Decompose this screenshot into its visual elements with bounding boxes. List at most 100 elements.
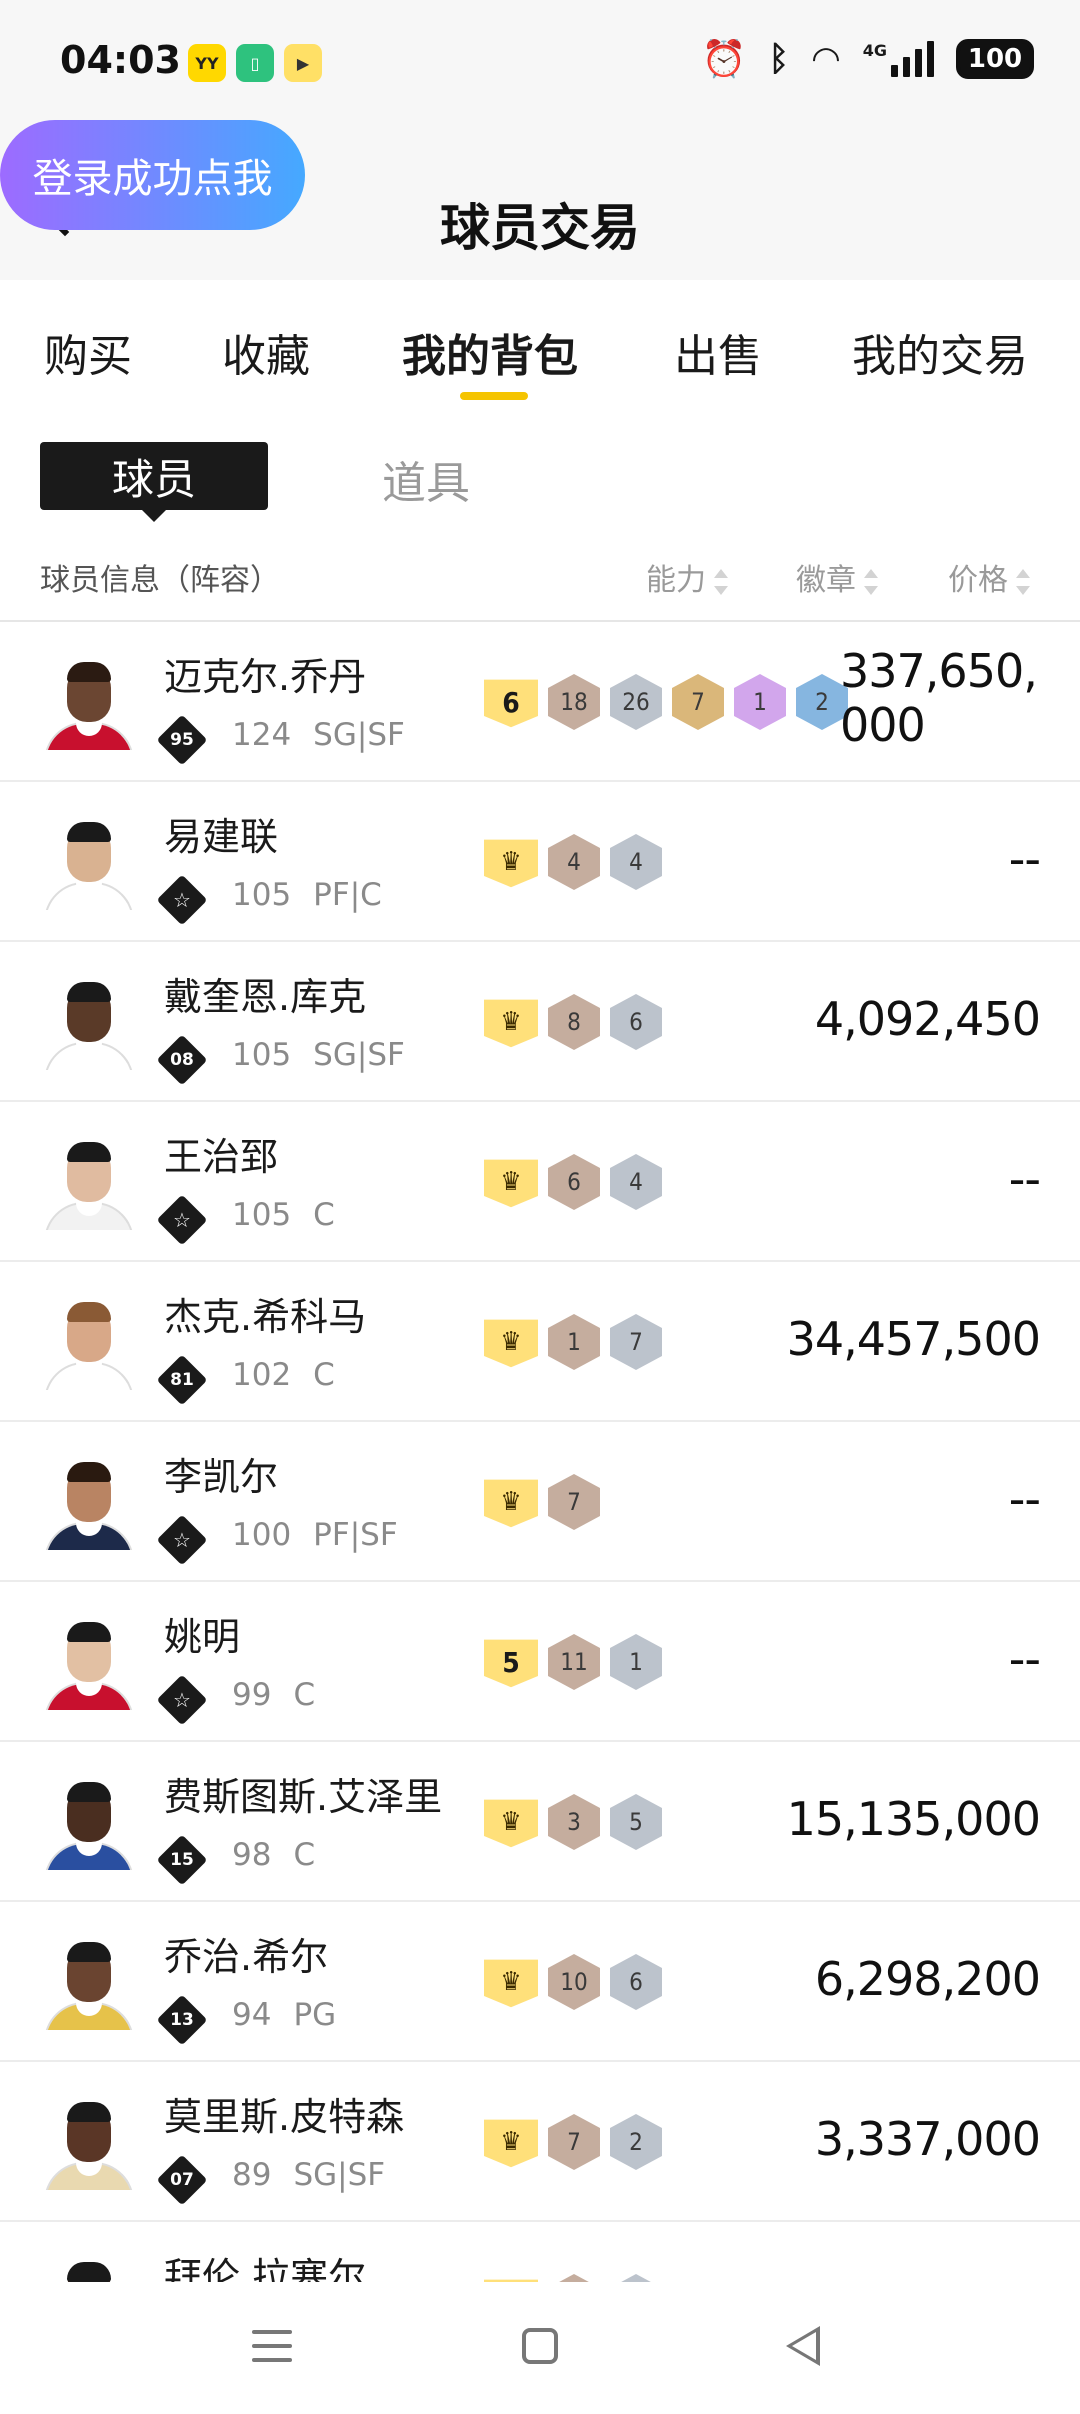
player-position: PF|SF	[313, 1517, 398, 1553]
player-avatar	[40, 1452, 138, 1550]
player-name: 迈克尔.乔丹	[164, 655, 367, 699]
player-list[interactable]: 迈克尔.乔丹 95 124 SG|SF 6 18 26 7 1 2 337,650,000 易建联 ☆ 1…	[0, 622, 1080, 2282]
player-avatar	[40, 812, 138, 910]
player-rating: 89	[232, 2157, 272, 2193]
badge-hex-bronze: 8	[548, 994, 600, 1050]
player-row[interactable]: 李凯尔 ☆ 100 PF|SF ♛ 7 --	[0, 1422, 1080, 1582]
badge-hex-silver: 5	[610, 1794, 662, 1850]
tab-favorites[interactable]: 收藏	[222, 320, 310, 384]
player-position: SG|SF	[293, 2157, 386, 2193]
status-indicators: ⏰ ᛒ ◠ 4G 100	[702, 38, 1034, 80]
player-name: 王治郅	[164, 1135, 279, 1179]
badge-hex-bronze	[548, 2274, 600, 2282]
player-rating: 99	[232, 1677, 272, 1713]
star-card-icon: ☆	[156, 874, 208, 926]
badge-hex-bronze: 7	[548, 1474, 600, 1530]
player-avatar	[40, 972, 138, 1070]
player-avatar	[40, 1132, 138, 1230]
badge-hex-silver: 26	[610, 674, 662, 730]
back-triangle-icon[interactable]	[786, 2326, 820, 2366]
badge-group: ♛ 6 4	[484, 1154, 662, 1210]
sort-icon	[1016, 568, 1030, 595]
player-row[interactable]: 乔治.希尔 13 94 PG ♛ 10 6 6,298,200	[0, 1902, 1080, 2062]
player-row[interactable]: 杰克.希科马 81 102 C ♛ 1 7 34,457,500	[0, 1262, 1080, 1422]
badge-hex-silver: 1	[610, 1634, 662, 1690]
player-row[interactable]: 戴奎恩.库克 08 105 SG|SF ♛ 8 6 4,092,450	[0, 942, 1080, 1102]
badge-hex-silver	[610, 2274, 662, 2282]
player-meta: 124 SG|SF	[232, 717, 405, 753]
subtab-items[interactable]: 道具	[382, 447, 470, 511]
battery-icon: 100	[956, 39, 1034, 79]
player-price: --	[1008, 1632, 1041, 1686]
tab-my-backpack[interactable]: 我的背包	[402, 320, 578, 384]
active-tab-indicator	[460, 392, 528, 400]
crown-icon: ♛	[484, 1319, 538, 1368]
player-row[interactable]: 费斯图斯.艾泽里 15 98 C ♛ 3 5 15,135,000	[0, 1742, 1080, 1902]
tab-sell[interactable]: 出售	[674, 320, 762, 384]
badge-hex-silver: 6	[610, 1954, 662, 2010]
crown-icon: ♛	[484, 999, 538, 1048]
player-price: 34,457,500	[786, 1312, 1041, 1366]
recent-apps-icon[interactable]	[252, 2330, 292, 2362]
home-icon[interactable]	[522, 2328, 558, 2364]
player-rating: 105	[232, 877, 292, 913]
badge-hex-silver: 7	[610, 1314, 662, 1370]
badge-group: ♛ 7	[484, 1474, 600, 1530]
badge-group: ♛ 7 2	[484, 2114, 662, 2170]
column-price-sort[interactable]: 价格	[948, 555, 1030, 599]
status-time: 04:03	[60, 38, 181, 82]
player-name: 易建联	[164, 815, 279, 859]
badge-hex-goldb: 7	[672, 674, 724, 730]
badge-group: ♛ 4 4	[484, 834, 662, 890]
status-app-icons: YY ▯ ▶	[188, 44, 322, 82]
yy-icon: YY	[188, 44, 226, 82]
player-position: C	[293, 1677, 316, 1713]
player-row[interactable]: 姚明 ☆ 99 C 5 11 1 --	[0, 1582, 1080, 1742]
player-rating: 98	[232, 1837, 272, 1873]
player-price: 15,135,000	[786, 1792, 1041, 1846]
jersey-number-badge: 95	[156, 714, 208, 766]
player-meta: 89 SG|SF	[232, 2157, 385, 2193]
player-rating: 124	[232, 717, 292, 753]
player-price: --	[1008, 832, 1041, 886]
tab-buy[interactable]: 购买	[44, 320, 132, 384]
subtab-players[interactable]: 球员	[40, 442, 268, 522]
jersey-number-badge: 13	[156, 1994, 208, 2046]
player-rating: 94	[232, 1997, 272, 2033]
player-meta: 102 C	[232, 1357, 335, 1393]
badge-hex-silver: 2	[610, 2114, 662, 2170]
player-row[interactable]: 莫里斯.皮特森 07 89 SG|SF ♛ 7 2 3,337,000	[0, 2062, 1080, 2222]
column-player-info: 球员信息（阵容）	[40, 563, 280, 598]
player-meta: 98 C	[232, 1837, 315, 1873]
player-name: 戴奎恩.库克	[164, 975, 367, 1019]
star-card-icon: ☆	[156, 1514, 208, 1566]
player-row[interactable]: 王治郅 ☆ 105 C ♛ 6 4 --	[0, 1102, 1080, 1262]
cellular-signal-icon: 4G	[863, 41, 934, 77]
column-badge-sort[interactable]: 徽章	[796, 555, 878, 599]
player-name: 姚明	[164, 1615, 241, 1659]
jersey-number-badge: 08	[156, 1034, 208, 1086]
badge-hex-bronze: 7	[548, 2114, 600, 2170]
badge-hex-bronze: 3	[548, 1794, 600, 1850]
player-price: --	[1008, 1472, 1041, 1526]
badge-hex-silver: 4	[610, 1154, 662, 1210]
player-avatar	[40, 1932, 138, 2030]
badge-hex-bronze: 11	[548, 1634, 600, 1690]
badge-hex-purple: 1	[734, 674, 786, 730]
player-row[interactable]: 迈克尔.乔丹 95 124 SG|SF 6 18 26 7 1 2 337,650,000	[0, 622, 1080, 782]
player-row[interactable]: 拜伦.拉塞尔☆♛	[0, 2222, 1080, 2282]
player-price: --	[1008, 1152, 1041, 1206]
player-row[interactable]: 易建联 ☆ 105 PF|C ♛ 4 4 --	[0, 782, 1080, 942]
badge-group: ♛ 8 6	[484, 994, 662, 1050]
badge-hex-bronze: 6	[548, 1154, 600, 1210]
sort-icon	[714, 568, 728, 595]
login-success-button[interactable]: 登录成功点我	[0, 120, 305, 230]
player-position: SG|SF	[313, 717, 405, 753]
column-ability-sort[interactable]: 能力	[646, 555, 728, 599]
crown-icon: ♛	[484, 839, 538, 888]
badge-group: ♛ 10 6	[484, 1954, 662, 2010]
player-meta: 94 PG	[232, 1997, 336, 2033]
badge-group: 6 18 26 7 1 2	[484, 674, 848, 730]
tab-my-trades[interactable]: 我的交易	[852, 320, 1028, 384]
badge-hex-bronze: 4	[548, 834, 600, 890]
